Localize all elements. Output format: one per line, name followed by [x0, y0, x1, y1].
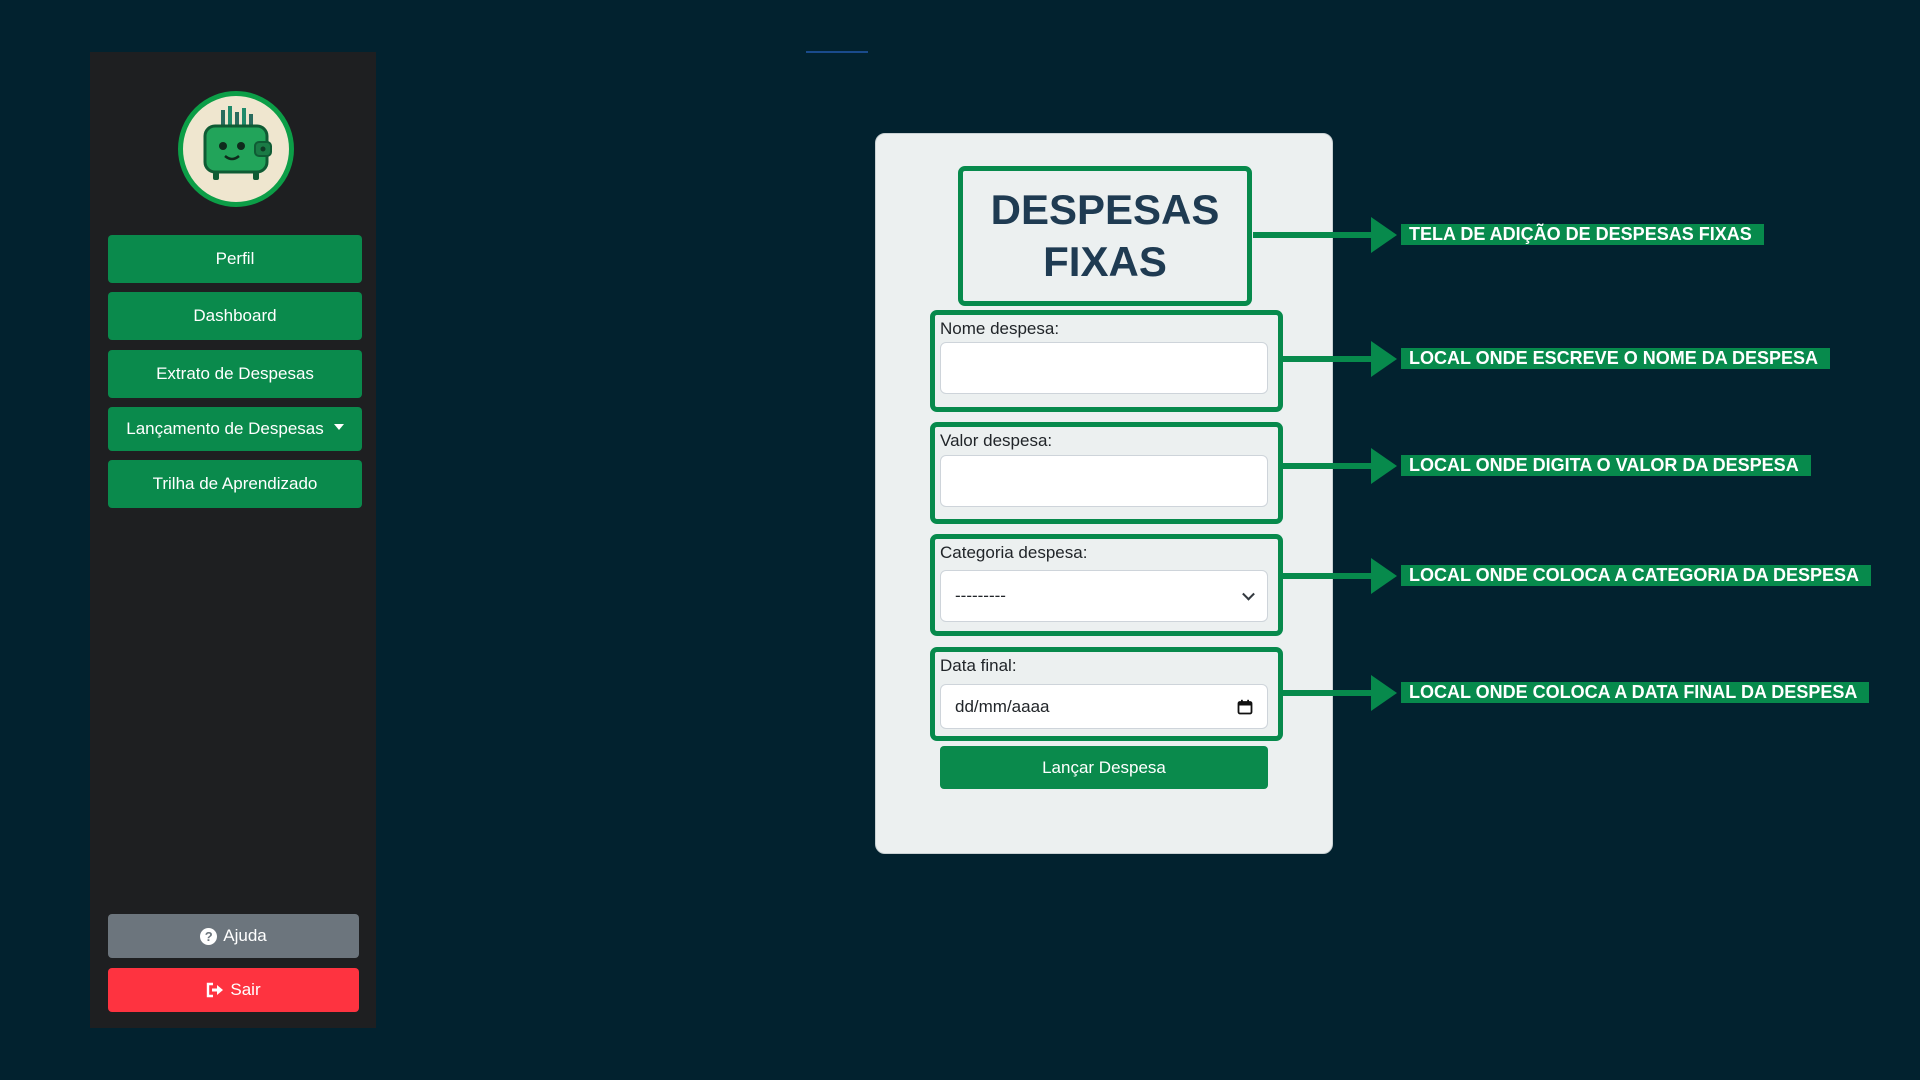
expense-name-input[interactable] [940, 342, 1268, 394]
help-label: Ajuda [223, 926, 267, 945]
arrow-right-icon [1253, 217, 1397, 253]
expense-value-input[interactable] [940, 455, 1268, 507]
expense-end-date-input[interactable]: dd/mm/aaaa [940, 684, 1268, 729]
annotation-label: LOCAL ONDE COLOCA A CATEGORIA DA DESPESA [1401, 565, 1872, 586]
sidebar-item-label: Lançamento de Despesas [126, 419, 324, 438]
calendar-icon[interactable] [1237, 699, 1253, 715]
arrow-right-icon [1283, 675, 1397, 711]
annotation-label: LOCAL ONDE DIGITA O VALOR DA DESPESA [1401, 455, 1811, 476]
page-title: DESPESAS FIXAS [958, 166, 1252, 306]
title-line-2: FIXAS [1043, 238, 1167, 285]
category-selected-value: --------- [955, 586, 1006, 605]
sidebar: Perfil Dashboard Extrato de Despesas Lan… [90, 52, 376, 1028]
wallet-mascot-icon [178, 91, 294, 207]
annotation-date: LOCAL ONDE COLOCA A DATA FINAL DA DESPES… [1283, 663, 1883, 723]
expense-category-label: Categoria despesa: [940, 543, 1088, 562]
expense-value-group: Valor despesa: [930, 422, 1283, 524]
expense-value-label: Valor despesa: [940, 431, 1053, 450]
app-screen: Perfil Dashboard Extrato de Despesas Lan… [0, 0, 1920, 1080]
expense-category-select[interactable]: --------- [940, 570, 1268, 622]
annotation-title: TELA DE ADIÇÃO DE DESPESAS FIXAS [1253, 205, 1773, 265]
help-button[interactable]: ? Ajuda [108, 914, 359, 958]
expense-end-date-group: Data final: dd/mm/aaaa [930, 647, 1283, 741]
sidebar-item-perfil[interactable]: Perfil [108, 235, 362, 283]
exit-button[interactable]: Sair [108, 968, 359, 1012]
annotation-label: LOCAL ONDE COLOCA A DATA FINAL DA DESPES… [1401, 682, 1870, 703]
title-line-1: DESPESAS [990, 186, 1220, 233]
submit-label: Lançar Despesa [1042, 757, 1166, 777]
expense-end-date-label: Data final: [940, 656, 1017, 675]
expense-category-group: Categoria despesa: --------- [930, 534, 1283, 636]
chevron-down-icon [1242, 587, 1255, 601]
sidebar-item-label: Trilha de Aprendizado [152, 474, 318, 493]
sidebar-item-label: Perfil [215, 249, 255, 268]
annotation-label: TELA DE ADIÇÃO DE DESPESAS FIXAS [1401, 224, 1764, 245]
arrow-right-icon [1283, 341, 1397, 377]
sidebar-item-label: Extrato de Despesas [156, 364, 314, 383]
caret-down-icon [333, 424, 344, 430]
exit-label: Sair [230, 980, 261, 999]
arrow-right-icon [1283, 448, 1397, 484]
annotation-name: LOCAL ONDE ESCREVE O NOME DA DESPESA [1283, 329, 1843, 389]
question-circle-icon: ? [200, 927, 218, 945]
sidebar-item-extrato[interactable]: Extrato de Despesas [108, 350, 362, 398]
expense-name-label: Nome despesa: [940, 319, 1060, 338]
sidebar-item-dashboard[interactable]: Dashboard [108, 292, 362, 340]
annotation-label: LOCAL ONDE ESCREVE O NOME DA DESPESA [1401, 348, 1831, 369]
submit-expense-button[interactable]: Lançar Despesa [940, 746, 1268, 789]
annotation-category: LOCAL ONDE COLOCA A CATEGORIA DA DESPESA [1283, 546, 1883, 606]
date-placeholder: dd/mm/aaaa [955, 696, 1050, 716]
sidebar-item-lancamento-dropdown[interactable]: Lançamento de Despesas [108, 407, 362, 451]
annotation-value: LOCAL ONDE DIGITA O VALOR DA DESPESA [1283, 436, 1843, 496]
decorative-line [806, 51, 868, 53]
expense-name-group: Nome despesa: [930, 310, 1283, 412]
sidebar-item-label: Dashboard [193, 306, 277, 325]
sidebar-item-trilha[interactable]: Trilha de Aprendizado [108, 460, 362, 508]
arrow-right-icon [1283, 558, 1397, 594]
sign-out-icon [207, 982, 224, 998]
